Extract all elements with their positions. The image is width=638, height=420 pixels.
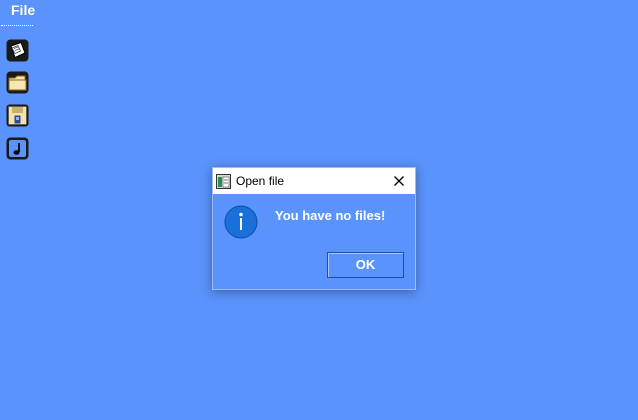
file-menu-label: File [11,2,36,18]
folder-icon[interactable] [5,70,30,95]
info-icon [224,205,258,239]
floppy-disk-icon[interactable] [5,103,30,128]
music-note-icon[interactable] [5,136,30,161]
close-icon [394,176,404,186]
file-menu[interactable]: File [0,0,36,27]
menu-separator [1,25,33,26]
dialog-message: You have no files! [275,208,386,223]
app-window-icon [216,174,231,189]
dialog-title: Open file [236,174,285,188]
paper-notes-icon[interactable] [5,38,30,63]
ok-button[interactable]: OK [327,252,404,278]
open-file-dialog: Open file You have no files! OK [212,167,416,290]
dialog-titlebar[interactable]: Open file [213,168,415,194]
close-button[interactable] [385,169,413,193]
